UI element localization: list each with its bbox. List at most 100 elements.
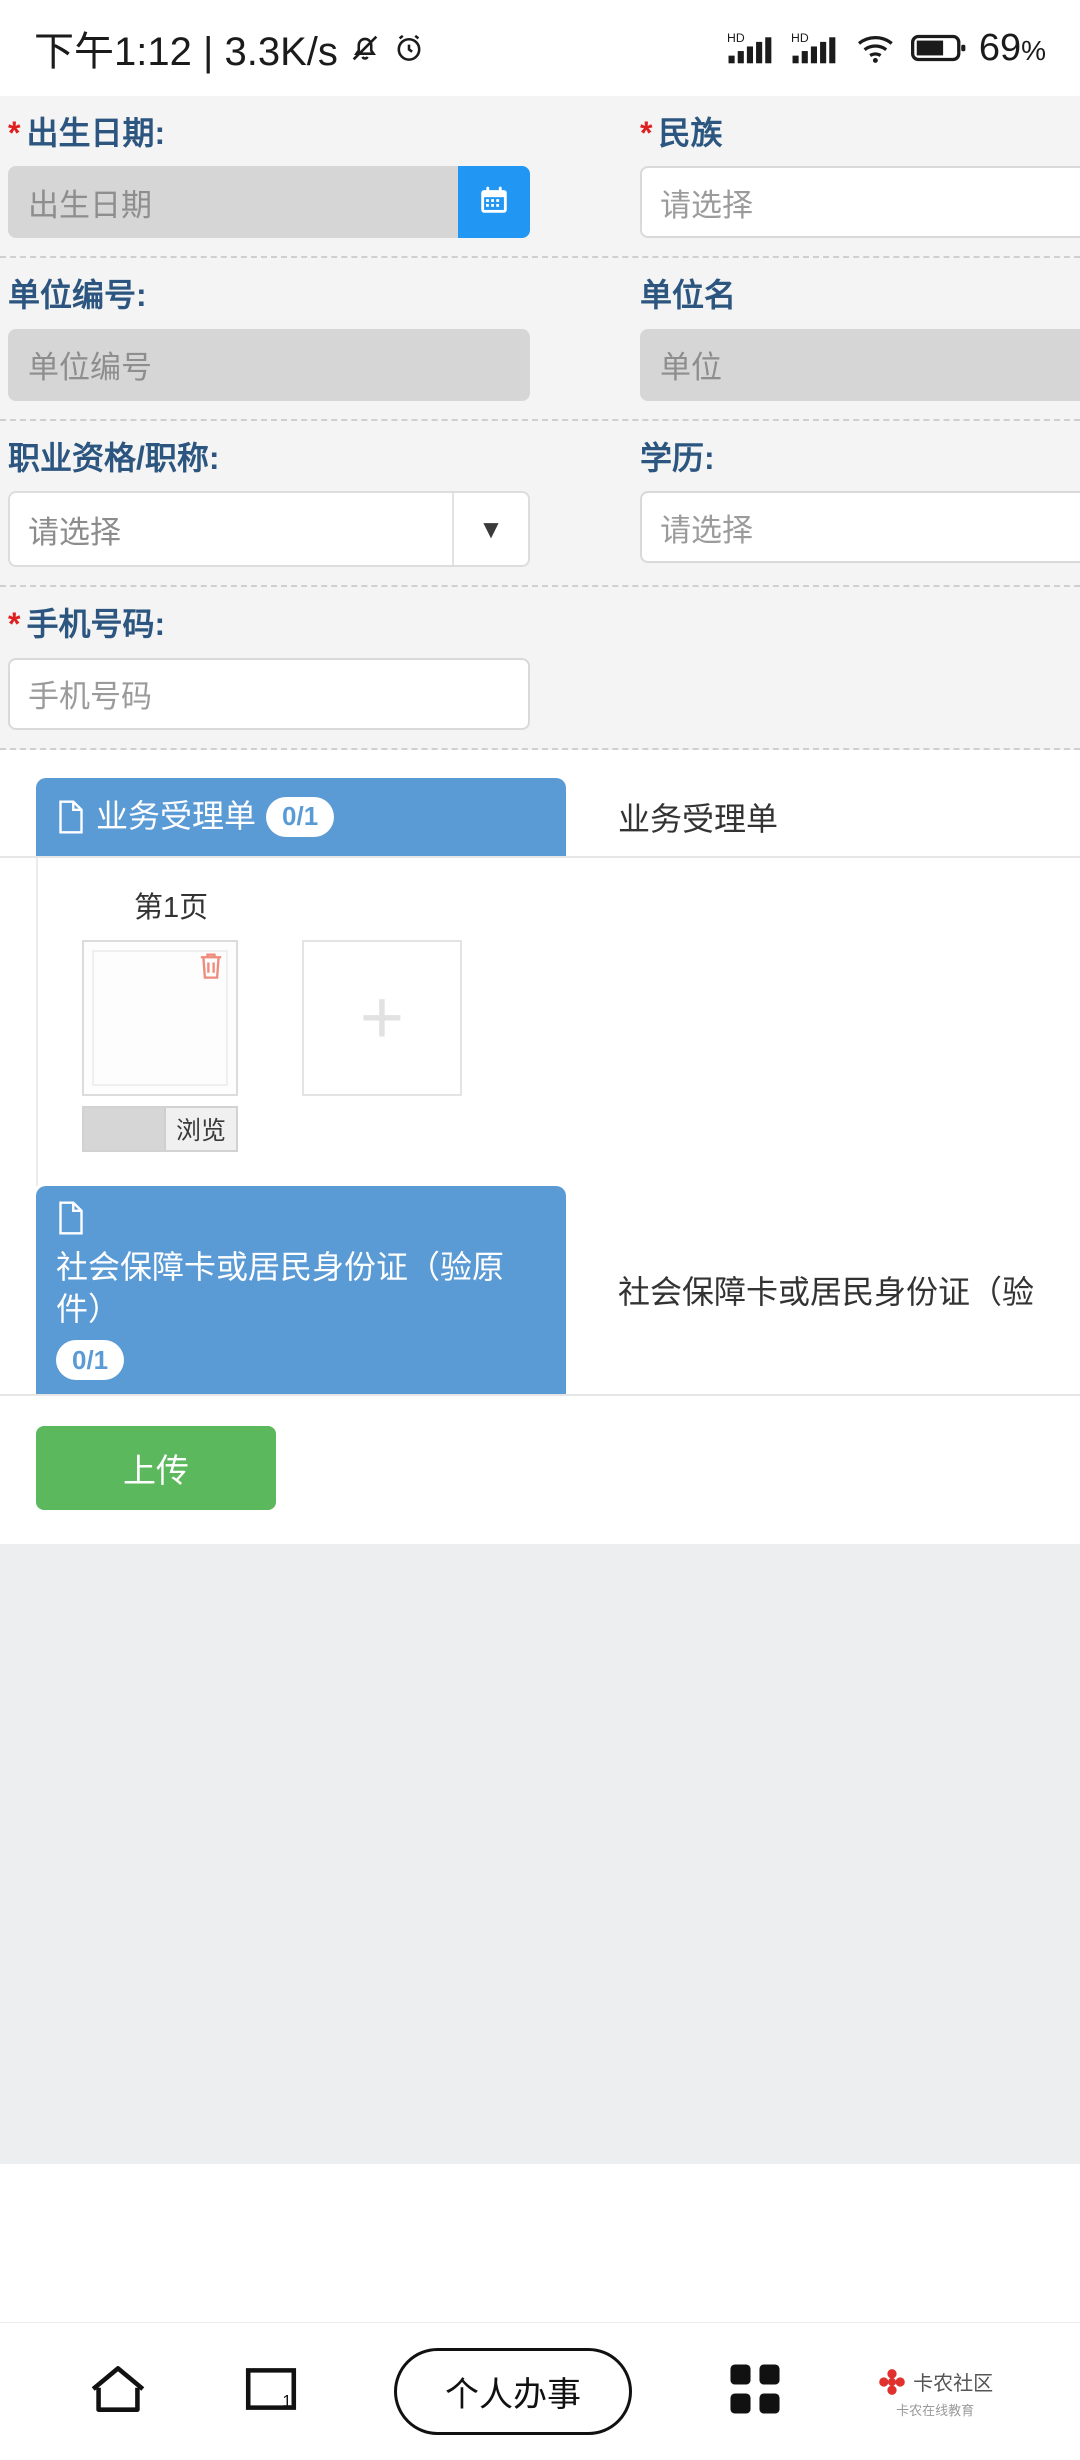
required-marker: * <box>640 115 653 151</box>
phone-input[interactable]: 手机号码 <box>8 657 530 730</box>
page-label: 第1页 <box>134 891 209 924</box>
signal-bars-icon-1: HD <box>727 29 779 67</box>
accordion-tab-label: 业务受理单 <box>96 798 257 835</box>
label-birthdate: * 出生日期: <box>8 114 530 152</box>
document-icon <box>56 1200 86 1236</box>
trash-icon[interactable] <box>196 950 226 988</box>
label-phone: * 手机号码: <box>8 605 530 643</box>
accordion-tab-id-card[interactable]: 社会保障卡或居民身份证（验原件） 0/1 <box>36 1185 566 1395</box>
thumbnail-preview[interactable] <box>82 939 238 1096</box>
field-birthdate: * 出生日期: 出生日期 <box>0 114 530 239</box>
status-bar-left: 下午1:12 | 3.3K/s <box>34 19 426 77</box>
chevron-down-icon[interactable]: ▼ <box>452 493 528 566</box>
wifi-icon <box>855 30 899 66</box>
control-phone: 手机号码 <box>8 657 530 730</box>
svg-text:HD: HD <box>791 31 809 45</box>
signal-bars-icon-2: HD <box>791 29 843 67</box>
accordion-body: 第1页 浏览 + <box>36 857 1080 1186</box>
watermark-content: 卡农社区 卡农在线教育 <box>877 2367 993 2417</box>
accordion-title: 社会保障卡或居民身份证（验 <box>618 1273 1035 1310</box>
accordion-section-id-card: 社会保障卡或居民身份证（验原件） 0/1 社会保障卡或居民身份证（验 <box>0 1185 1080 1397</box>
status-bar: 下午1:12 | 3.3K/s HD HD 69% <box>0 0 1080 96</box>
svg-text:HD: HD <box>727 31 745 45</box>
thumbnail-list: 浏览 + <box>82 939 1080 1152</box>
page-filler <box>0 1544 1080 2165</box>
attachments-section: 业务受理单 0/1 业务受理单 第1页 浏览 + 社会保障卡或居民身份证（验原件… <box>0 749 1080 1545</box>
control-education: 请选择 <box>640 491 1080 564</box>
label-qualification: 职业资格/职称: <box>8 439 220 476</box>
accordion-count-badge: 0/1 <box>266 796 335 837</box>
form-row-qualification: 职业资格/职称: 请选择 ▼ 学历: 请选择 <box>0 421 1080 588</box>
nav-recents-button[interactable]: 1 <box>242 2361 300 2422</box>
file-input[interactable]: 浏览 <box>82 1105 238 1152</box>
control-qualification: 请选择 ▼ <box>8 491 530 568</box>
label-unit-name: 单位名 <box>640 277 737 314</box>
label-birthdate-text: 出生日期: <box>26 115 166 151</box>
recents-icon: 1 <box>242 2361 300 2422</box>
app-root: 下午1:12 | 3.3K/s HD HD 69% * 出生日期: 出生日期 *… <box>0 0 1080 2460</box>
form-row-phone: * 手机号码: 手机号码 <box>0 587 1080 750</box>
nav-home-button[interactable] <box>87 2361 149 2422</box>
control-ethnicity: 请选择 <box>640 166 1080 239</box>
alarm-clock-icon <box>392 31 426 65</box>
field-unit-name: 单位名 单位 <box>640 276 1080 401</box>
add-attachment-button[interactable]: + <box>302 939 462 1096</box>
required-marker: * <box>8 606 21 643</box>
accordion-section-business-form: 业务受理单 0/1 业务受理单 第1页 浏览 + <box>0 777 1080 1186</box>
unit-name-input[interactable]: 单位 <box>640 328 1080 401</box>
status-time: 下午1:12 | 3.3K/s <box>34 30 338 74</box>
field-unit-number: 单位编号: 单位编号 <box>0 276 530 401</box>
control-birthdate: 出生日期 <box>8 166 530 239</box>
accordion-tab-business-form[interactable]: 业务受理单 0/1 <box>36 777 566 856</box>
education-select[interactable]: 请选择 <box>640 491 1080 564</box>
browse-button[interactable]: 浏览 <box>163 1107 236 1150</box>
watermark-title: 卡农社区 <box>913 2372 994 2395</box>
birthdate-input[interactable]: 出生日期 <box>8 166 458 239</box>
accordion-count-badge: 0/1 <box>56 1340 125 1381</box>
battery-icon <box>910 32 967 64</box>
upload-button[interactable]: 上传 <box>36 1426 276 1511</box>
label-ethnicity: * 民族 <box>640 114 1080 152</box>
home-icon <box>87 2361 149 2422</box>
nav-personal-service-button[interactable]: 个人办事 <box>393 2348 632 2435</box>
label-phone-text: 手机号码: <box>26 606 166 643</box>
apps-grid-icon <box>726 2360 784 2423</box>
form-row-unit: 单位编号: 单位编号 单位名 单位 <box>0 258 1080 422</box>
label-unit-number: 单位编号: <box>8 277 147 314</box>
unit-number-input[interactable]: 单位编号 <box>8 328 530 401</box>
watermark-subtitle: 卡农在线教育 <box>896 2402 975 2418</box>
watermark: 卡农社区 卡农在线教育 <box>877 2367 993 2417</box>
accordion-header: 业务受理单 0/1 业务受理单 <box>0 777 1080 858</box>
svg-text:1: 1 <box>283 2392 292 2411</box>
control-unit-name: 单位 <box>640 328 1080 401</box>
form-section: * 出生日期: 出生日期 * 民族 请选择 单位编号: 单位编号 单位名 单位 … <box>0 96 1080 750</box>
file-input-value <box>84 1107 164 1150</box>
calendar-icon-button[interactable] <box>458 166 530 239</box>
personal-service-label: 个人办事 <box>393 2348 632 2435</box>
battery-percent: 69% <box>979 27 1046 70</box>
status-bar-right: HD HD 69% <box>727 27 1046 70</box>
accordion-header: 社会保障卡或居民身份证（验原件） 0/1 社会保障卡或居民身份证（验 <box>0 1185 1080 1397</box>
bottom-navigation-bar: 1 个人办事 卡农社区 卡农在线教育 <box>0 2322 1080 2460</box>
thumbnail-item: 浏览 <box>82 939 238 1152</box>
battery-percent-unit: % <box>1021 34 1046 66</box>
watermark-top: 卡农社区 <box>877 2367 993 2401</box>
bell-off-icon <box>348 31 382 65</box>
form-row-birthdate: * 出生日期: 出生日期 * 民族 请选择 <box>0 96 1080 259</box>
field-phone: * 手机号码: 手机号码 <box>0 605 530 730</box>
label-education: 学历: <box>640 439 715 476</box>
flower-logo-icon <box>877 2367 907 2401</box>
required-marker: * <box>8 115 21 151</box>
field-ethnicity: * 民族 请选择 <box>640 114 1080 239</box>
qualification-select-value: 请选择 <box>28 514 121 550</box>
field-qualification: 职业资格/职称: 请选择 ▼ <box>0 439 530 568</box>
upload-button-wrap: 上传 <box>0 1396 1080 1545</box>
label-ethnicity-text: 民族 <box>658 115 723 151</box>
accordion-tab-label: 社会保障卡或居民身份证（验原件） <box>56 1248 505 1327</box>
control-unit-number: 单位编号 <box>8 328 530 401</box>
accordion-title: 业务受理单 <box>618 800 779 837</box>
nav-apps-button[interactable] <box>726 2360 784 2423</box>
qualification-select[interactable]: 请选择 ▼ <box>8 491 530 568</box>
field-education: 学历: 请选择 <box>640 439 1080 567</box>
ethnicity-select[interactable]: 请选择 <box>640 166 1080 239</box>
